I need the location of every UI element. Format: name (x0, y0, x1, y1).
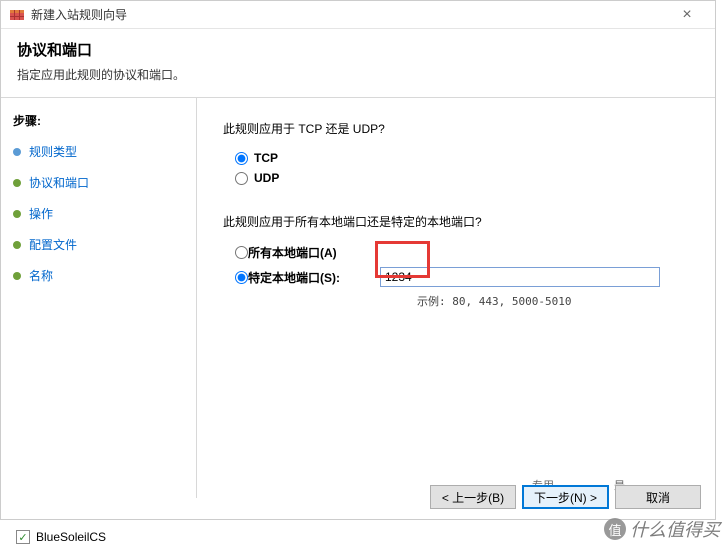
protocol-question: 此规则应用于 TCP 还是 UDP? (223, 120, 689, 137)
bullet-icon (13, 241, 21, 249)
titlebar: 新建入站规则向导 × (1, 1, 715, 29)
bullet-icon (13, 179, 21, 187)
background-list-row: ✓ BlueSoleilCS (16, 530, 106, 544)
radio-udp[interactable] (235, 172, 248, 185)
port-example-text: 示例: 80, 443, 5000-5010 (417, 293, 689, 309)
wizard-main: 此规则应用于 TCP 还是 UDP? TCP UDP 此规则应用于所有本地端口还… (197, 98, 715, 498)
page-title: 协议和端口 (17, 39, 699, 60)
radio-all-ports-label: 所有本地端口(A) (248, 244, 337, 261)
protocol-radio-group: TCP UDP (235, 151, 689, 185)
wizard-body: 步骤: 规则类型 协议和端口 操作 配置文件 名称 此规则应用于 TCP 还是 … (1, 98, 715, 498)
port-radio-group: 所有本地端口(A) 特定本地端口(S): 示例: 80, 443, 5000-5… (223, 244, 689, 309)
port-question: 此规则应用于所有本地端口还是特定的本地端口? (223, 213, 689, 230)
checkbox-icon[interactable]: ✓ (16, 530, 30, 544)
step-rule-type[interactable]: 规则类型 (13, 143, 184, 160)
back-button[interactable]: < 上一步(B) (430, 485, 516, 509)
steps-sidebar: 步骤: 规则类型 协议和端口 操作 配置文件 名称 (1, 98, 197, 498)
radio-specific-ports[interactable] (235, 271, 248, 284)
watermark-text: 什么值得买 (630, 516, 720, 542)
bullet-icon (13, 148, 21, 156)
watermark: 值 什么值得买 (604, 516, 720, 542)
radio-specific-ports-label: 特定本地端口(S): (248, 269, 340, 286)
firewall-icon (9, 7, 25, 23)
port-input[interactable] (380, 267, 660, 287)
watermark-icon: 值 (604, 518, 626, 540)
next-button[interactable]: 下一步(N) > (522, 485, 609, 509)
radio-udp-label: UDP (254, 171, 279, 185)
radio-all-ports[interactable] (235, 246, 248, 259)
step-name[interactable]: 名称 (13, 267, 184, 284)
step-protocol-port[interactable]: 协议和端口 (13, 174, 184, 191)
radio-tcp[interactable] (235, 152, 248, 165)
app-name-label: BlueSoleilCS (36, 530, 106, 544)
wizard-header: 协议和端口 指定应用此规则的协议和端口。 (1, 29, 715, 98)
wizard-window: 新建入站规则向导 × 协议和端口 指定应用此规则的协议和端口。 步骤: 规则类型… (0, 0, 716, 520)
step-profile[interactable]: 配置文件 (13, 236, 184, 253)
page-subtitle: 指定应用此规则的协议和端口。 (17, 66, 699, 83)
wizard-footer: < 上一步(B) 下一步(N) > 取消 (430, 485, 701, 509)
cancel-button[interactable]: 取消 (615, 485, 701, 509)
bullet-icon (13, 210, 21, 218)
radio-tcp-label: TCP (254, 151, 278, 165)
steps-heading: 步骤: (13, 112, 184, 129)
close-button[interactable]: × (667, 6, 707, 24)
step-action[interactable]: 操作 (13, 205, 184, 222)
window-title: 新建入站规则向导 (31, 6, 667, 23)
bullet-icon (13, 272, 21, 280)
